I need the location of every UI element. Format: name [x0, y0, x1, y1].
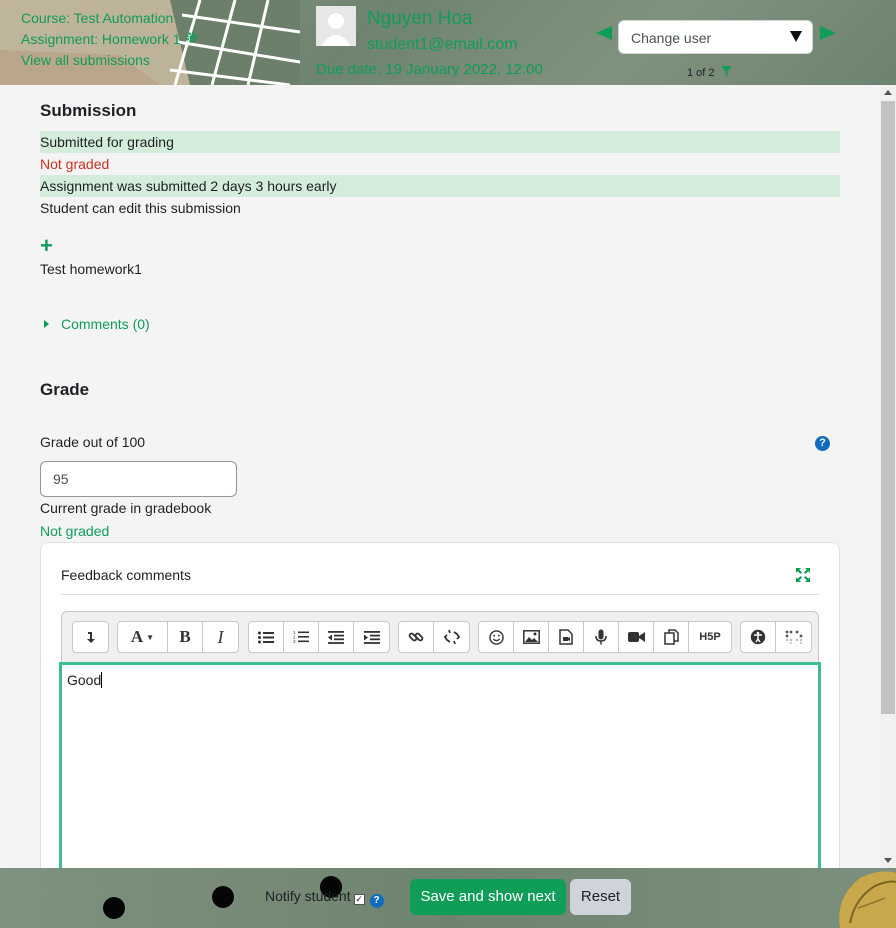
toolbar-group-media: H5P	[478, 621, 732, 653]
help-icon[interactable]: ?	[369, 894, 384, 908]
record-audio-icon[interactable]	[584, 622, 619, 652]
editor-toolbar: A ▼ B I 123 H5P	[61, 611, 819, 663]
decorative-dot	[212, 886, 234, 908]
toolbar-group-accessibility	[740, 621, 812, 653]
toolbar-group-style: A ▼ B I	[117, 621, 239, 653]
emoji-icon[interactable]	[479, 622, 514, 652]
course-link[interactable]: Course: Test Automation	[21, 8, 198, 29]
toolbar-group-collapse	[72, 621, 109, 653]
view-all-submissions-link[interactable]: View all submissions	[21, 50, 198, 71]
user-count-text: 1 of 2	[687, 67, 715, 79]
collapse-icon[interactable]	[73, 622, 108, 652]
link-icon[interactable]	[399, 622, 434, 652]
unordered-list-icon[interactable]	[249, 622, 284, 652]
chevron-down-icon	[790, 31, 802, 42]
previous-user-arrow-icon[interactable]	[596, 26, 612, 40]
toolbar-group-lists: 123	[248, 621, 390, 653]
edit-status: Student can edit this submission	[40, 200, 241, 216]
bold-icon[interactable]: B	[168, 622, 203, 652]
ordered-list-icon[interactable]: 123	[284, 622, 319, 652]
grade-label: Grade out of 100	[40, 434, 146, 450]
image-icon[interactable]	[514, 622, 549, 652]
indent-icon[interactable]	[354, 622, 389, 652]
italic-icon[interactable]: I	[203, 622, 238, 652]
screenreader-helper-icon[interactable]	[776, 622, 811, 652]
media-icon[interactable]	[549, 622, 584, 652]
help-icon[interactable]: ?	[815, 436, 830, 451]
unlink-icon[interactable]	[434, 622, 469, 652]
toolbar-group-links	[398, 621, 470, 653]
record-video-icon[interactable]	[619, 622, 654, 652]
grading-panel: Submission Submitted for grading Not gra…	[0, 85, 880, 868]
decorative-leaf-art	[839, 871, 896, 928]
change-user-label: Change user	[631, 30, 712, 46]
svg-text:3: 3	[293, 639, 296, 644]
font-style-icon[interactable]: A ▼	[118, 622, 168, 652]
editor-text: Good	[67, 672, 102, 688]
text-cursor	[101, 672, 103, 688]
scroll-down-arrow-icon[interactable]	[884, 858, 892, 863]
user-name[interactable]: Nguyen Hoa	[367, 8, 473, 30]
user-email: student1@email.com	[367, 36, 518, 53]
decorative-dot	[103, 897, 125, 919]
submission-status: Submitted for grading	[40, 131, 840, 153]
comments-link[interactable]: Comments (0)	[61, 316, 150, 332]
notify-student: Notify student ✓?	[265, 888, 384, 908]
feedback-card: Feedback comments A ▼ B I 123 H5P Good	[40, 542, 840, 868]
manage-files-icon[interactable]	[654, 622, 689, 652]
gradebook-label: Current grade in gradebook	[40, 500, 212, 516]
notify-checkbox[interactable]: ✓	[353, 894, 365, 905]
grade-heading: Grade	[40, 380, 90, 399]
save-and-show-next-button[interactable]: Save and show next	[410, 879, 566, 915]
grading-status: Not graded	[40, 156, 110, 172]
notify-label: Notify student	[265, 888, 351, 904]
next-user-arrow-icon[interactable]	[820, 26, 836, 40]
assignment-link-row: Assignment: Homework 1	[21, 29, 198, 50]
caret-right-icon	[44, 320, 49, 328]
grader-header: Course: Test Automation Assignment: Home…	[0, 0, 896, 85]
online-text-submission: Test homework1	[40, 261, 142, 277]
feedback-editor[interactable]: Good	[59, 662, 821, 868]
filter-icon[interactable]	[720, 66, 732, 80]
reset-button[interactable]: Reset	[570, 879, 631, 915]
vertical-scrollbar[interactable]	[880, 85, 896, 868]
grading-footer: Notify student ✓? Save and show next Rese…	[0, 868, 896, 928]
header-links: Course: Test Automation Assignment: Home…	[21, 8, 198, 71]
gradebook-value: Not graded	[40, 523, 110, 539]
assignment-link[interactable]: Assignment: Homework 1	[21, 31, 181, 47]
scroll-up-arrow-icon[interactable]	[884, 90, 892, 95]
scrollbar-thumb[interactable]	[881, 101, 895, 714]
accessibility-checker-icon[interactable]	[741, 622, 776, 652]
user-count: 1 of 2	[687, 66, 732, 80]
feedback-title: Feedback comments	[61, 567, 191, 583]
comments-toggle[interactable]: Comments (0)	[44, 316, 150, 332]
outdent-icon[interactable]	[319, 622, 354, 652]
expand-icon[interactable]	[795, 567, 811, 586]
h5p-icon[interactable]: H5P	[689, 622, 731, 652]
user-avatar	[316, 6, 356, 46]
submission-heading: Submission	[40, 101, 137, 120]
due-date: Due date: 19 January 2022, 12:00	[316, 61, 543, 78]
plus-icon[interactable]: +	[40, 235, 53, 257]
divider	[61, 594, 819, 595]
grade-input[interactable]: 95	[40, 461, 237, 497]
change-user-select[interactable]: Change user	[618, 20, 813, 54]
time-remaining-status: Assignment was submitted 2 days 3 hours …	[40, 175, 840, 197]
gear-icon[interactable]	[185, 29, 198, 50]
